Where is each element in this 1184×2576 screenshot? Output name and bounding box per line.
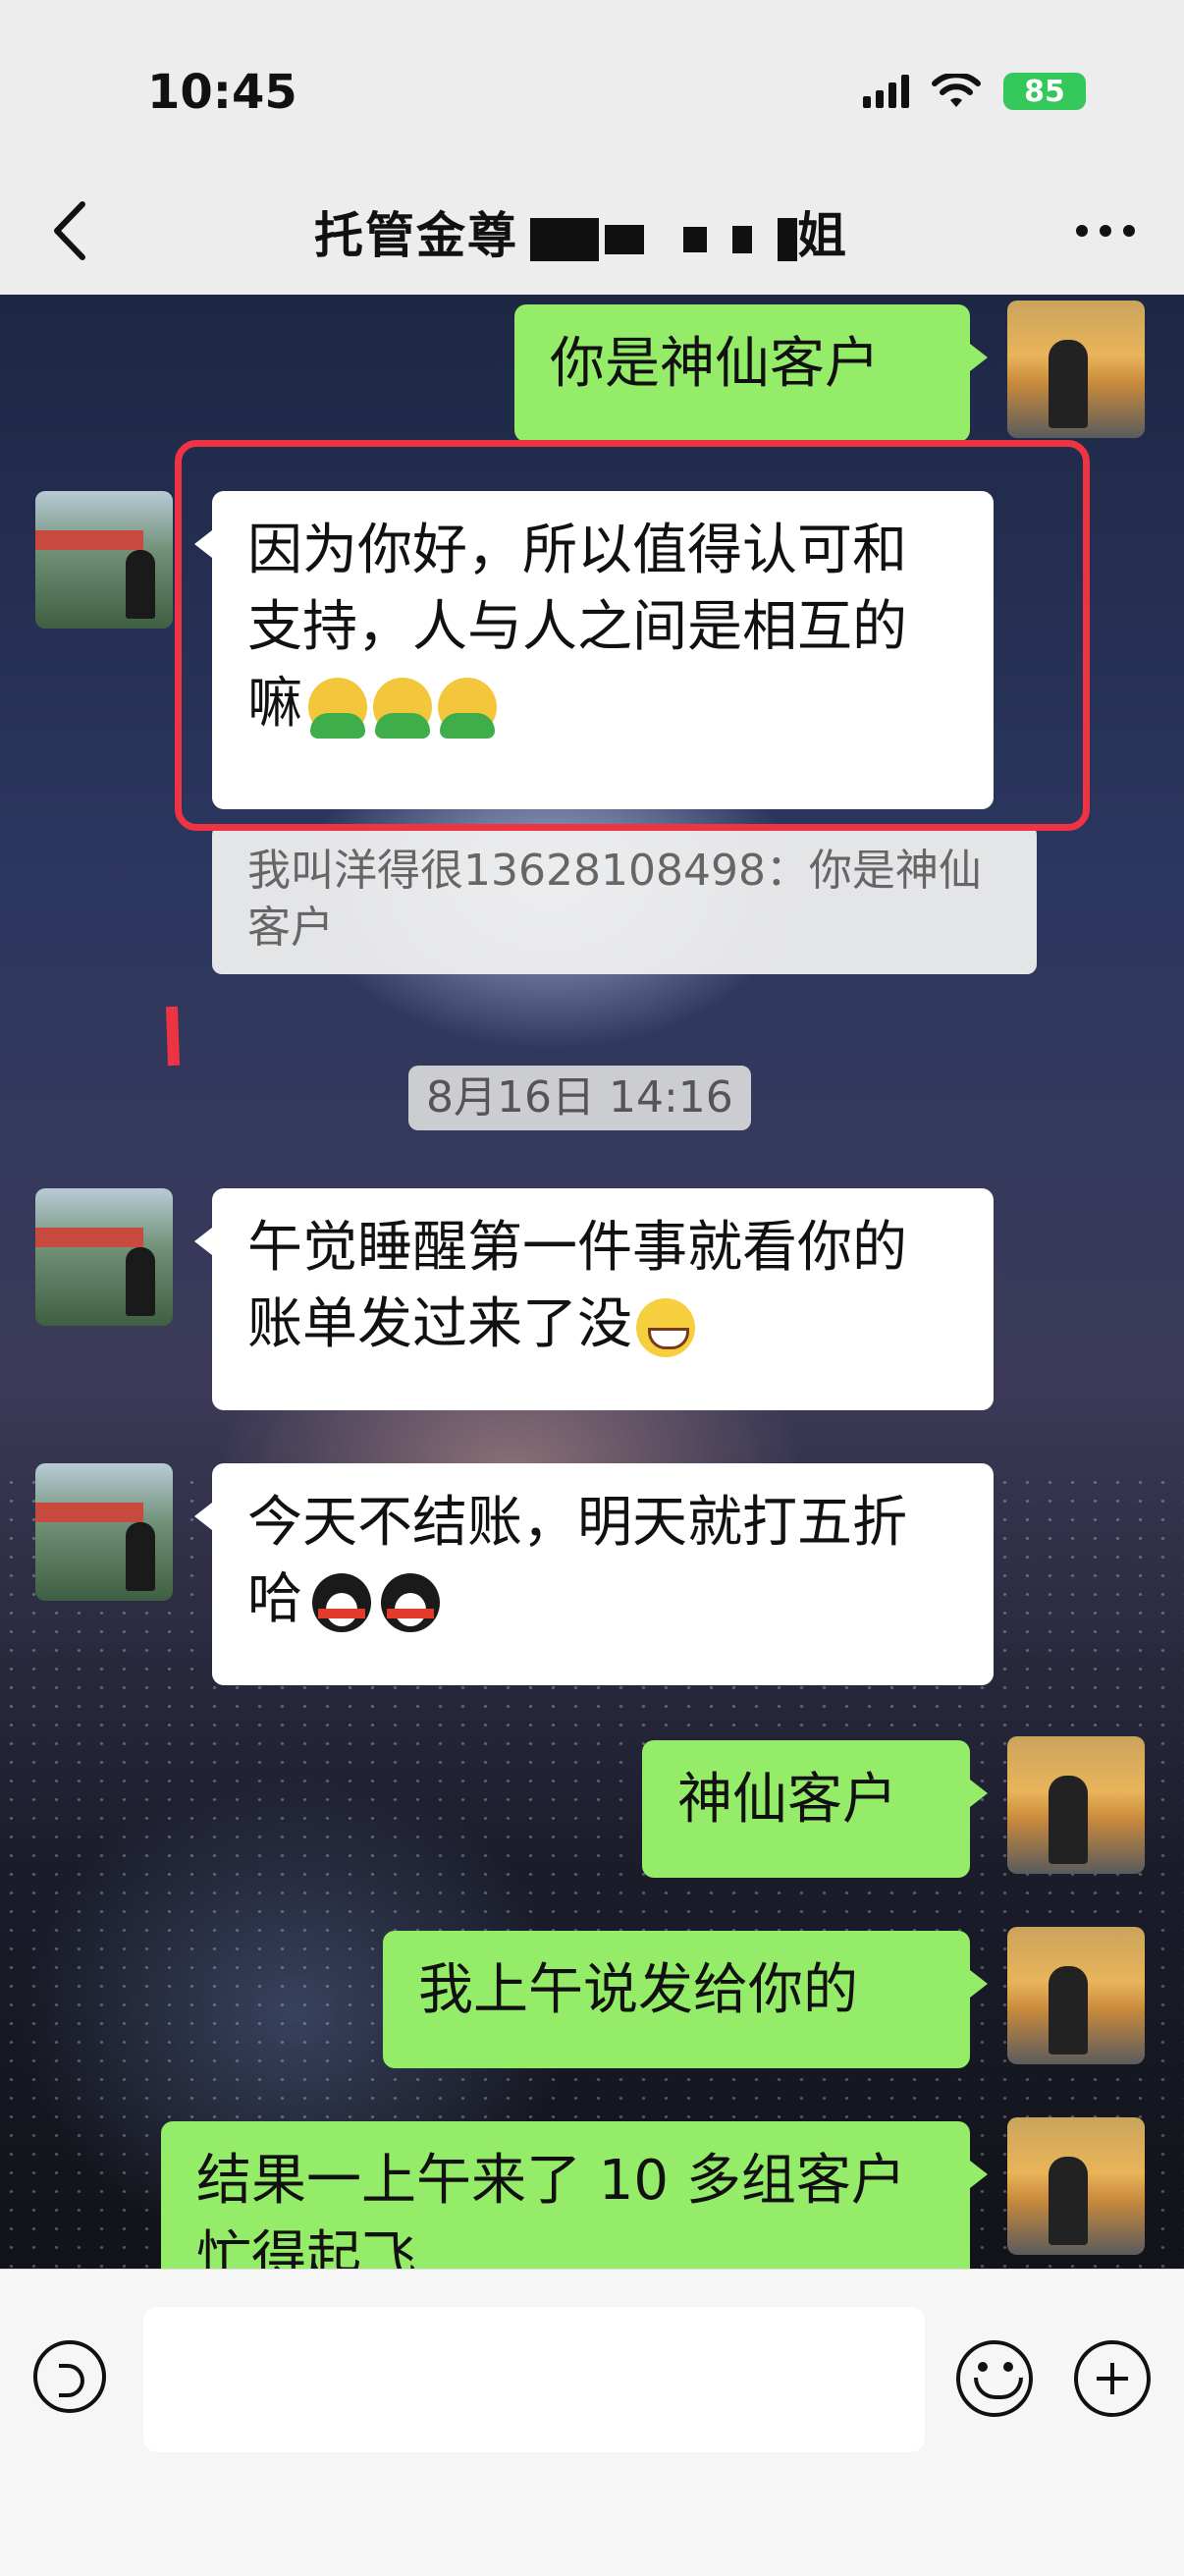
more-dots-icon[interactable]	[1076, 211, 1145, 250]
chat-header: 托管金尊 姐	[0, 167, 1184, 295]
red-annotation-stroke	[165, 1006, 181, 1067]
person-emoji	[308, 677, 367, 739]
quoted-message[interactable]: 我叫洋得很13628108498：你是神仙客户	[212, 825, 1037, 974]
redaction-block	[605, 224, 644, 254]
avatar-self[interactable]	[1007, 2117, 1145, 2255]
person-emoji	[373, 677, 432, 739]
message-input-bar	[0, 2269, 1184, 2576]
redaction-block	[530, 217, 599, 261]
message-text: 神仙客户	[677, 1768, 897, 1832]
message-bubble-incoming[interactable]: 因为你好，所以值得认可和支持，人与人之间是相互的嘛	[194, 491, 994, 809]
chat-title: 托管金尊 姐	[314, 196, 848, 267]
message-bubble-outgoing[interactable]: 神仙客户	[642, 1740, 988, 1878]
chevron-left-icon[interactable]	[43, 196, 102, 265]
person-emoji	[438, 677, 497, 739]
avatar-self[interactable]	[1007, 1927, 1145, 2064]
wifi-icon	[932, 74, 981, 107]
avatar-contact[interactable]	[35, 1188, 173, 1326]
chat-title-suffix: 姐	[797, 207, 848, 264]
battery-level: 85	[1024, 74, 1065, 109]
redaction-block	[683, 226, 707, 252]
message-text: 你是神仙客户	[550, 332, 880, 396]
message-bubble-outgoing[interactable]: 结果一上午来了 10 多组客户 忙得起飞	[161, 2121, 988, 2269]
status-time: 10:45	[147, 65, 297, 120]
timestamp-separator: 8月16日 14:16	[408, 1066, 751, 1130]
grin-emoji	[636, 1297, 695, 1357]
penguin-emoji	[312, 1572, 371, 1632]
penguin-emoji	[381, 1572, 440, 1632]
avatar-contact[interactable]	[35, 1463, 173, 1601]
message-text: 午觉睡醒第一件事就看你的账单发过来了没	[247, 1216, 907, 1356]
message-text: 结果一上午来了 10 多组客户 忙得起飞	[196, 2149, 906, 2269]
quoted-text: 我叫洋得很13628108498：你是神仙客户	[247, 846, 982, 953]
avatar-self[interactable]	[1007, 301, 1145, 438]
chat-message-list[interactable]: 你是神仙客户 因为你好，所以值得认可和支持，人与人之间是相互的嘛 我叫洋得很13…	[0, 295, 1184, 2269]
plus-icon[interactable]	[1074, 2340, 1151, 2417]
message-bubble-incoming[interactable]: 午觉睡醒第一件事就看你的账单发过来了没	[194, 1188, 994, 1410]
redaction-block	[732, 225, 752, 253]
status-bar: 10:45 85	[0, 0, 1184, 167]
avatar-contact[interactable]	[35, 491, 173, 629]
battery-icon: 85	[1003, 73, 1086, 110]
message-input[interactable]	[143, 2307, 925, 2452]
message-bubble-outgoing[interactable]: 你是神仙客户	[514, 304, 988, 442]
signal-icon	[863, 75, 909, 108]
avatar-self[interactable]	[1007, 1736, 1145, 1874]
message-bubble-incoming[interactable]: 今天不结账，明天就打五折哈	[194, 1463, 994, 1685]
emoji-icon[interactable]	[956, 2340, 1033, 2417]
chat-title-prefix: 托管金尊	[314, 207, 518, 264]
redaction-block	[778, 217, 797, 261]
message-text: 我上午说发给你的	[418, 1958, 858, 2022]
voice-icon[interactable]	[33, 2340, 106, 2413]
message-bubble-outgoing[interactable]: 我上午说发给你的	[383, 1931, 988, 2068]
status-icons: 85	[863, 73, 1086, 110]
